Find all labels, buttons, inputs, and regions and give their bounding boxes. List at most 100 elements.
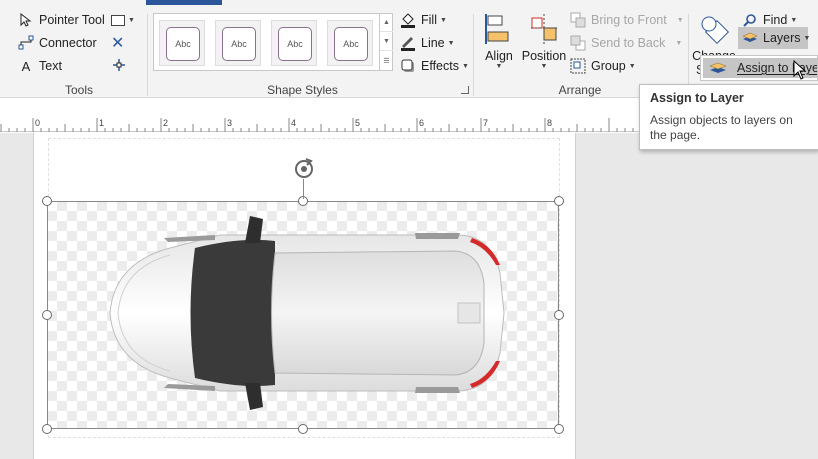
- pointer-icon: [18, 12, 34, 28]
- ruler-number: 7: [483, 118, 489, 128]
- effects-button[interactable]: Effects ▼: [400, 56, 469, 76]
- layers-icon: [742, 31, 758, 45]
- chevron-down-icon: ▼: [675, 39, 683, 47]
- bring-to-front-label: Bring to Front: [591, 13, 667, 27]
- layers-button[interactable]: Layers ▼: [738, 27, 811, 49]
- chevron-down-icon: ▼: [447, 39, 455, 47]
- position-button[interactable]: Position ▼: [520, 12, 568, 70]
- chevron-down-icon: ▼: [495, 63, 503, 70]
- bring-to-front-icon: [570, 12, 586, 28]
- chevron-down-icon: ▼: [461, 62, 469, 70]
- text-icon: A: [21, 58, 31, 74]
- shape-style-preview: Abc: [278, 27, 312, 61]
- close-x-icon: ✕: [111, 35, 125, 52]
- connection-point-button[interactable]: [111, 56, 127, 76]
- resize-handle-right[interactable]: [554, 310, 564, 320]
- find-icon: [742, 12, 758, 28]
- chevron-down-icon: ▼: [628, 62, 636, 70]
- dialog-launcher-icon[interactable]: [461, 86, 469, 94]
- align-icon: [485, 14, 509, 44]
- find-label: Find: [763, 13, 788, 27]
- layers-label: Layers: [763, 31, 801, 45]
- shape-styles-group-label: Shape Styles: [267, 83, 338, 97]
- effects-label: Effects: [421, 59, 459, 73]
- group-label: Group: [591, 59, 626, 73]
- pointer-tool-label: Pointer Tool: [39, 13, 105, 27]
- rectangle-icon: [111, 14, 125, 26]
- text-tool-label: Text: [39, 59, 62, 73]
- separator: [147, 14, 148, 96]
- ruler-number: 0: [35, 118, 41, 128]
- chevron-down-icon: ▼: [128, 16, 135, 24]
- ruler-number: 6: [419, 118, 425, 128]
- tooltip-body: Assign objects to layers on the page.: [650, 113, 793, 142]
- chevron-down-icon: ▼: [439, 16, 447, 24]
- rectangle-tool-button[interactable]: ▼: [111, 10, 135, 30]
- chevron-down-icon: ▼: [540, 63, 548, 70]
- ruler-number: 5: [355, 118, 361, 128]
- rotate-handle-icon[interactable]: [292, 157, 316, 181]
- send-to-back-button[interactable]: Send to Back ▼: [570, 33, 682, 53]
- align-label: Align: [485, 49, 513, 63]
- gallery-scroll-down-icon[interactable]: ▼: [380, 32, 393, 51]
- shape-style-preview: Abc: [222, 27, 256, 61]
- change-shape-icon: [701, 16, 730, 45]
- shape-style-preview: Abc: [166, 27, 200, 61]
- shape-style-item[interactable]: Abc: [271, 20, 317, 66]
- selection-box: [47, 201, 559, 429]
- chevron-down-icon: ▼: [676, 16, 684, 24]
- group-icon: [570, 58, 586, 74]
- ruler-number: 4: [291, 118, 297, 128]
- fill-bucket-icon: [400, 12, 416, 28]
- assign-layer-icon: [709, 61, 727, 75]
- align-button[interactable]: Align ▼: [482, 12, 516, 70]
- effects-icon: [400, 58, 416, 74]
- ruler-number: 8: [547, 118, 553, 128]
- shape-style-item[interactable]: Abc: [327, 20, 373, 66]
- tooltip-title: Assign to Layer: [650, 91, 744, 105]
- separator: [473, 14, 474, 96]
- fill-button[interactable]: Fill ▼: [400, 10, 447, 30]
- connector-icon: [18, 35, 34, 51]
- ruler-number: 2: [163, 118, 169, 128]
- gallery-scroll-up-icon[interactable]: ▲: [380, 13, 393, 32]
- resize-handle-bottom[interactable]: [298, 424, 308, 434]
- line-pen-icon: [400, 35, 416, 51]
- active-tab-indicator: [146, 0, 222, 5]
- connector-label: Connector: [39, 36, 97, 50]
- gallery-more-icon[interactable]: ☰: [380, 51, 393, 70]
- gallery-scroll: ▲ ▼ ☰: [379, 13, 393, 71]
- shape-style-item[interactable]: Abc: [159, 20, 205, 66]
- pointer-tool-button[interactable]: Pointer Tool: [18, 10, 105, 30]
- resize-handle-left[interactable]: [42, 310, 52, 320]
- send-to-back-icon: [570, 35, 586, 51]
- line-button[interactable]: Line ▼: [400, 33, 455, 53]
- bring-to-front-button[interactable]: Bring to Front ▼: [570, 10, 684, 30]
- resize-handle-bottom-left[interactable]: [42, 424, 52, 434]
- tooltip: Assign to Layer Assign objects to layers…: [639, 84, 818, 150]
- chevron-down-icon: ▼: [790, 16, 798, 24]
- resize-handle-top-right[interactable]: [554, 196, 564, 206]
- chevron-down-icon: ▼: [803, 34, 811, 42]
- arrange-group-label: Arrange: [558, 83, 602, 97]
- ruler-number: 3: [227, 118, 233, 128]
- rotate-connector-line: [303, 179, 304, 199]
- resize-handle-bottom-right[interactable]: [554, 424, 564, 434]
- connection-point-icon: [111, 57, 127, 76]
- shape-style-item[interactable]: Abc: [215, 20, 261, 66]
- group-button[interactable]: Group ▼: [570, 56, 636, 76]
- position-icon: [531, 14, 557, 44]
- shape-style-preview: Abc: [334, 27, 368, 61]
- connector-button[interactable]: Connector: [18, 33, 97, 53]
- ruler-number: 1: [99, 118, 105, 128]
- fill-label: Fill: [421, 13, 437, 27]
- tools-group-label: Tools: [64, 83, 93, 97]
- text-tool-button[interactable]: A Text: [18, 56, 62, 76]
- shape-styles-gallery: Abc Abc Abc Abc: [153, 13, 393, 71]
- resize-handle-top-left[interactable]: [42, 196, 52, 206]
- line-label: Line: [421, 36, 445, 50]
- close-x-button[interactable]: ✕: [111, 33, 124, 53]
- mouse-cursor-icon: [793, 60, 807, 80]
- send-to-back-label: Send to Back: [591, 36, 666, 50]
- position-label: Position: [521, 49, 567, 63]
